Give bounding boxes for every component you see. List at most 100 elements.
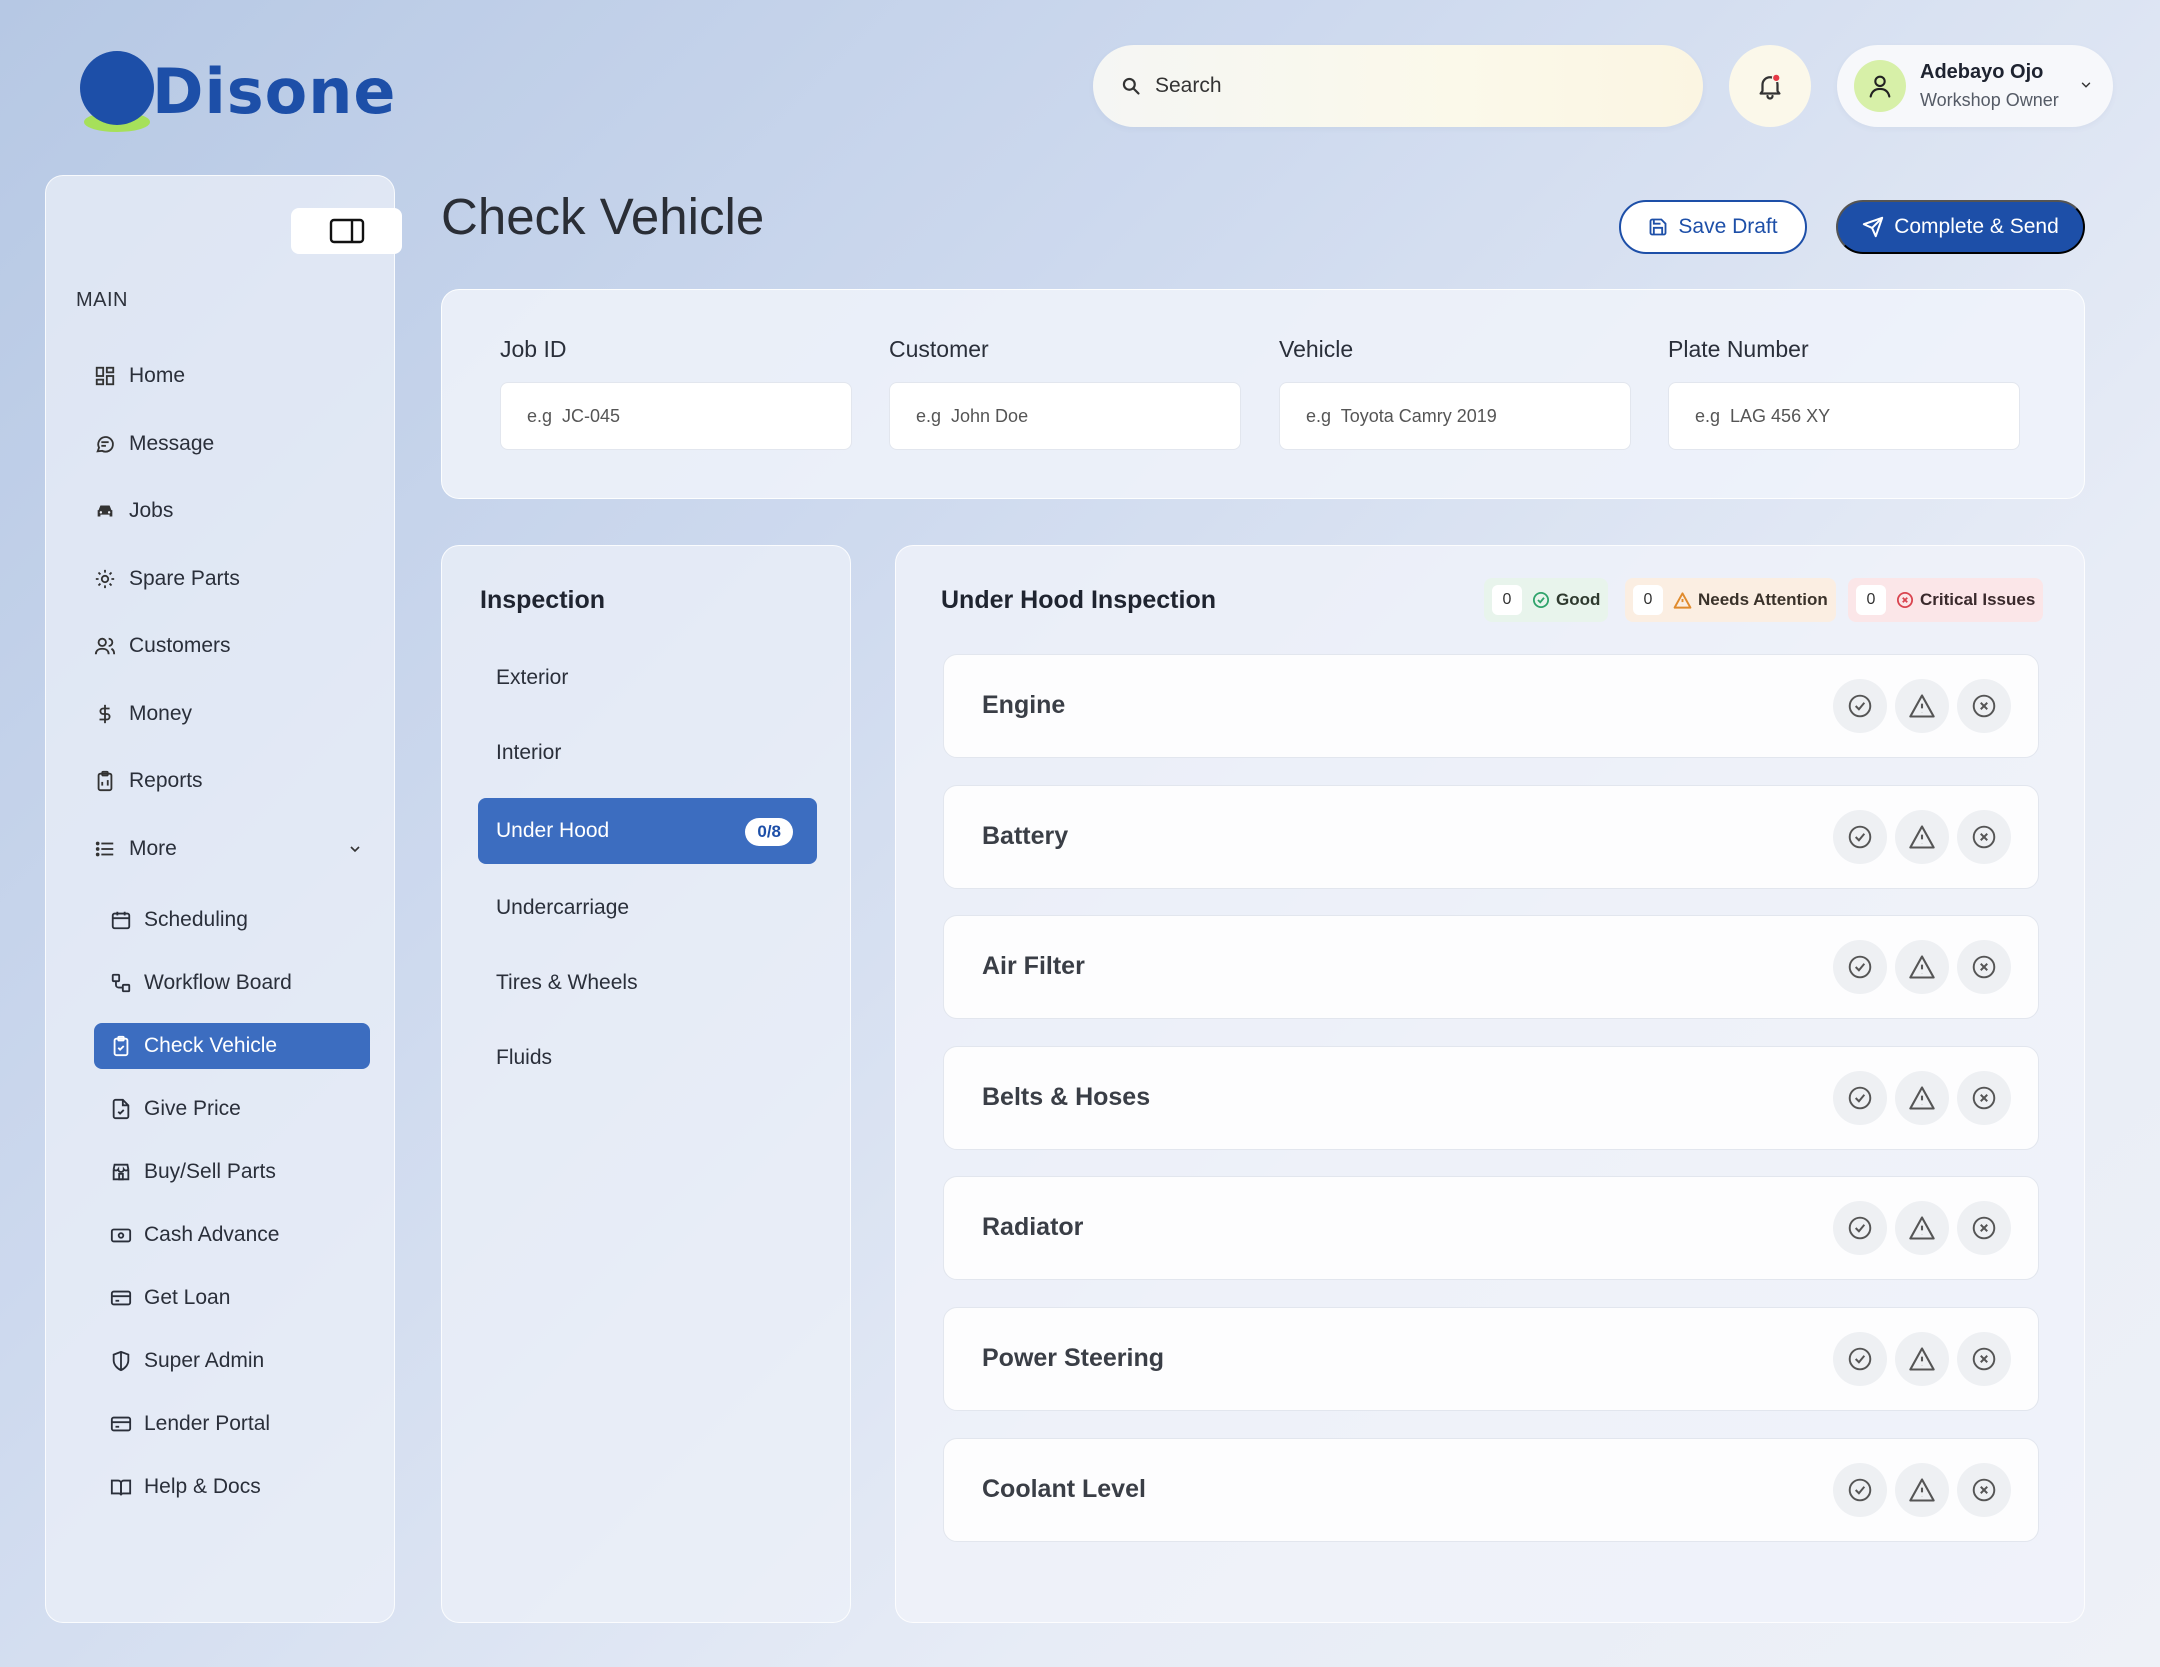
sidebar-item-super-admin[interactable]: Super Admin: [94, 1338, 370, 1384]
user-role: Workshop Owner: [1920, 90, 2059, 110]
workflow-icon: [110, 972, 132, 994]
sidebar: MAIN Home Message Jobs Spare Parts Custo…: [45, 175, 402, 1623]
x-circle-icon: [1971, 954, 1997, 980]
warning-icon: [1908, 1084, 1936, 1112]
mark-attention-button[interactable]: [1895, 1201, 1949, 1256]
mark-attention-button[interactable]: [1895, 940, 1949, 995]
category-fluids[interactable]: Fluids: [478, 1025, 817, 1091]
check-circle-icon: [1847, 954, 1873, 980]
check-circle-icon: [1847, 824, 1873, 850]
sidebar-item-money[interactable]: Money: [93, 692, 192, 736]
sidebar-item-message[interactable]: Message: [93, 422, 214, 466]
warning-icon: [1908, 1345, 1936, 1373]
save-icon: [1648, 217, 1668, 237]
x-circle-icon: [1971, 693, 1997, 719]
search-input[interactable]: [1155, 74, 1675, 98]
dollar-icon: [93, 702, 117, 726]
search-bar[interactable]: [1093, 45, 1703, 127]
sidebar-item-reports[interactable]: Reports: [93, 759, 203, 803]
job-id-field: Job ID: [500, 336, 852, 450]
category-undercarriage[interactable]: Undercarriage: [478, 875, 817, 941]
warning-icon: [1908, 692, 1936, 720]
mark-good-button[interactable]: [1833, 1332, 1887, 1386]
complete-send-button[interactable]: Complete & Send: [1836, 200, 2085, 254]
inspection-row-belts-hoses: Belts & Hoses: [943, 1045, 2039, 1150]
users-icon: [93, 634, 117, 658]
sidebar-item-label: Get Loan: [144, 1286, 231, 1309]
mark-critical-button[interactable]: [1957, 1462, 2011, 1517]
complete-send-label: Complete & Send: [1894, 215, 2059, 238]
mark-attention-button[interactable]: [1895, 679, 1949, 733]
critical-count: 0: [1856, 585, 1886, 615]
sidebar-item-buy-sell-parts[interactable]: Buy/Sell Parts: [94, 1149, 370, 1195]
inspection-item-label: Radiator: [982, 1213, 1084, 1242]
mark-critical-button[interactable]: [1957, 809, 2011, 864]
mark-critical-button[interactable]: [1957, 1070, 2011, 1125]
mark-critical-button[interactable]: [1957, 679, 2011, 733]
list-icon: [93, 837, 117, 861]
mark-good-button[interactable]: [1833, 1201, 1887, 1256]
mark-good-button[interactable]: [1833, 679, 1887, 733]
sidebar-item-workflow-board[interactable]: Workflow Board: [94, 960, 370, 1006]
sidebar-item-more[interactable]: More: [93, 827, 363, 871]
mark-attention-button[interactable]: [1895, 1332, 1949, 1386]
cash-icon: [110, 1224, 132, 1246]
sidebar-item-jobs[interactable]: Jobs: [93, 489, 173, 533]
vehicle-input[interactable]: [1279, 382, 1631, 450]
panel-title: Under Hood Inspection: [941, 586, 1216, 614]
store-icon: [110, 1161, 132, 1183]
mark-attention-button[interactable]: [1895, 1070, 1949, 1125]
sidebar-item-home[interactable]: Home: [93, 354, 185, 398]
job-id-input[interactable]: [500, 382, 852, 450]
sidebar-toggle-button[interactable]: [291, 208, 402, 254]
warning-icon: [1908, 823, 1936, 851]
sidebar-item-give-price[interactable]: Give Price: [94, 1086, 370, 1132]
category-interior[interactable]: Interior: [478, 720, 817, 786]
mark-critical-button[interactable]: [1957, 1201, 2011, 1256]
notifications-button[interactable]: [1729, 45, 1811, 127]
panel-toggle-icon: [329, 218, 365, 244]
avatar: [1854, 60, 1906, 112]
user-menu[interactable]: Adebayo Ojo Workshop Owner: [1837, 45, 2113, 127]
sidebar-item-customers[interactable]: Customers: [93, 624, 231, 668]
mark-good-button[interactable]: [1833, 809, 1887, 864]
sidebar-item-scheduling[interactable]: Scheduling: [94, 897, 370, 943]
mark-good-button[interactable]: [1833, 1070, 1887, 1125]
inspection-categories: Inspection Exterior Interior Under Hood …: [441, 545, 851, 1623]
save-draft-label: Save Draft: [1678, 215, 1778, 238]
clipboard-icon: [93, 769, 117, 793]
customer-input[interactable]: [889, 382, 1241, 450]
mark-critical-button[interactable]: [1957, 1332, 2011, 1386]
chat-icon: [93, 432, 117, 456]
vehicle-label: Vehicle: [1279, 336, 1354, 362]
category-under-hood[interactable]: Under Hood 0/8: [478, 798, 817, 864]
sidebar-item-label: Money: [129, 702, 193, 725]
category-label: Interior: [496, 741, 562, 764]
sidebar-item-label: Cash Advance: [144, 1223, 280, 1246]
mark-good-button[interactable]: [1833, 1462, 1887, 1517]
sidebar-item-help-docs[interactable]: Help & Docs: [94, 1464, 370, 1510]
sidebar-item-check-vehicle[interactable]: Check Vehicle: [94, 1023, 370, 1069]
brand-logo[interactable]: Disone: [78, 46, 395, 136]
inspection-row-engine: Engine: [943, 654, 2039, 758]
sidebar-item-cash-advance[interactable]: Cash Advance: [94, 1212, 370, 1258]
sidebar-item-spare-parts[interactable]: Spare Parts: [93, 557, 240, 601]
search-icon: [1121, 76, 1141, 96]
progress-count-badge: 0/8: [745, 818, 793, 846]
category-exterior[interactable]: Exterior: [478, 645, 817, 711]
inspection-item-label: Belts & Hoses: [982, 1082, 1151, 1111]
mark-good-button[interactable]: [1833, 940, 1887, 995]
sidebar-item-lender-portal[interactable]: Lender Portal: [94, 1401, 370, 1447]
plate-number-label: Plate Number: [1668, 336, 1809, 362]
mark-attention-button[interactable]: [1895, 809, 1949, 864]
mark-critical-button[interactable]: [1957, 940, 2011, 995]
category-label: Fluids: [496, 1046, 553, 1069]
category-tires-wheels[interactable]: Tires & Wheels: [478, 950, 817, 1016]
plate-number-input[interactable]: [1668, 382, 2020, 450]
inspection-row-air-filter: Air Filter: [943, 915, 2039, 1020]
save-draft-button[interactable]: Save Draft: [1619, 200, 1807, 254]
sidebar-item-get-loan[interactable]: Get Loan: [94, 1275, 370, 1321]
mark-attention-button[interactable]: [1895, 1462, 1949, 1517]
sidebar-item-label: Customers: [129, 634, 231, 657]
inspection-row-coolant-level: Coolant Level: [943, 1437, 2039, 1542]
